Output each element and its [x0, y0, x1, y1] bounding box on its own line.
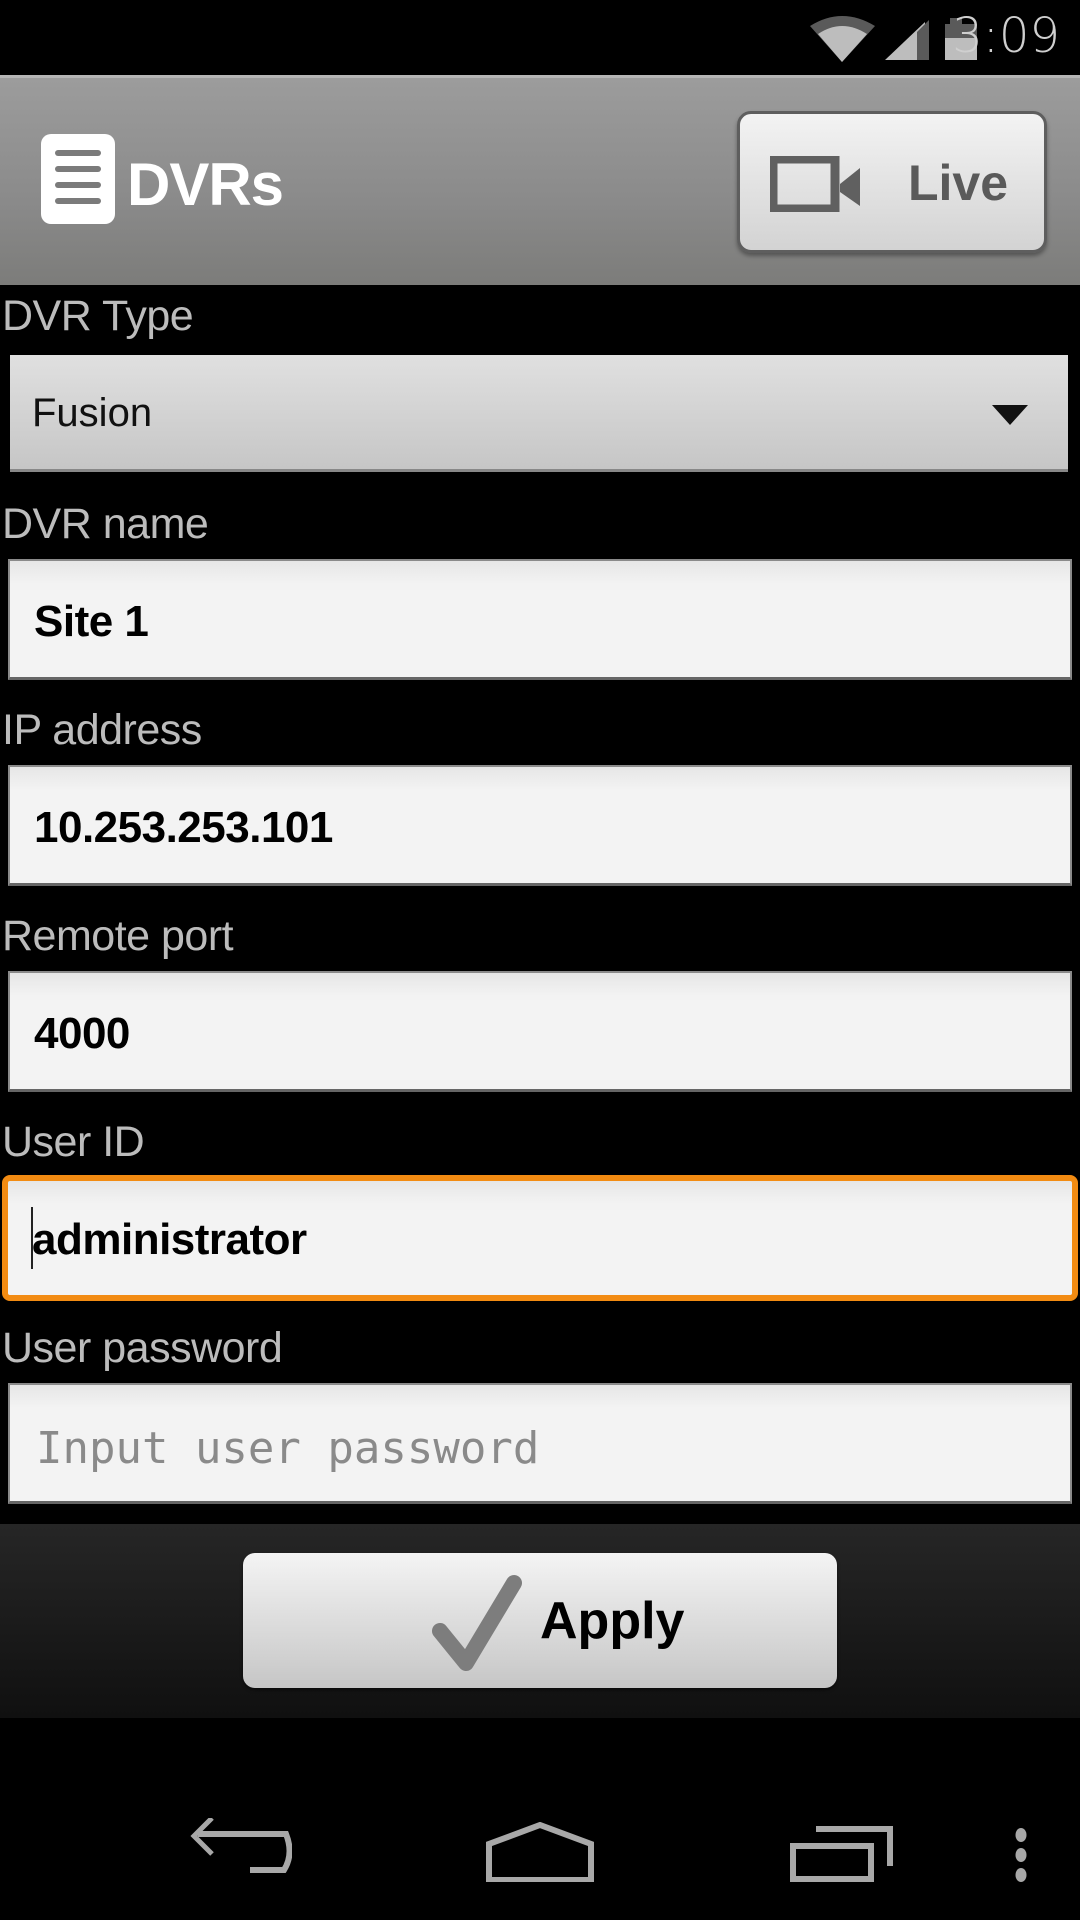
remote-port-value: 4000 [34, 1009, 130, 1058]
overflow-menu-icon[interactable] [1012, 1828, 1030, 1882]
apply-button[interactable]: Apply [243, 1553, 837, 1688]
user-password-field[interactable]: Input user password [8, 1383, 1072, 1504]
cell-signal-icon [885, 20, 929, 60]
dvr-type-value: Fusion [32, 391, 153, 435]
checkmark-icon [432, 1575, 522, 1671]
video-camera-icon [770, 156, 860, 212]
remote-port-label: Remote port [2, 912, 234, 960]
user-password-placeholder: Input user password [36, 1423, 540, 1474]
dropdown-arrow-icon [992, 405, 1028, 425]
ip-address-label: IP address [2, 706, 202, 754]
list-icon[interactable] [41, 134, 115, 224]
live-button[interactable]: Live [737, 111, 1047, 253]
dvr-name-value: Site 1 [34, 597, 149, 646]
status-time: 3:09 [952, 8, 1060, 64]
back-icon[interactable] [188, 1818, 292, 1878]
user-password-label: User password [2, 1324, 283, 1372]
status-bar: 3:09 [0, 0, 1080, 75]
ip-address-field[interactable]: 10.253.253.101 [8, 765, 1072, 886]
dvr-name-field[interactable]: Site 1 [8, 559, 1072, 680]
bottom-panel: Apply [0, 1524, 1080, 1718]
wifi-icon [810, 16, 875, 62]
live-button-label: Live [908, 155, 1009, 211]
remote-port-field[interactable]: 4000 [8, 971, 1072, 1092]
dvr-type-dropdown[interactable]: Fusion [10, 355, 1068, 472]
user-id-field[interactable]: administrator [2, 1175, 1078, 1301]
apply-button-label: Apply [540, 1592, 685, 1650]
page-title: DVRs [127, 151, 284, 218]
dvr-type-label: DVR Type [2, 292, 194, 340]
action-bar: DVRs Live [0, 75, 1080, 285]
dvr-name-label: DVR name [2, 500, 209, 548]
user-id-label: User ID [2, 1118, 145, 1166]
home-icon[interactable] [486, 1822, 594, 1882]
ip-address-value: 10.253.253.101 [34, 803, 333, 852]
recent-apps-icon[interactable] [790, 1826, 896, 1882]
user-id-value: administrator [32, 1215, 307, 1264]
navigation-bar [0, 1718, 1080, 1920]
